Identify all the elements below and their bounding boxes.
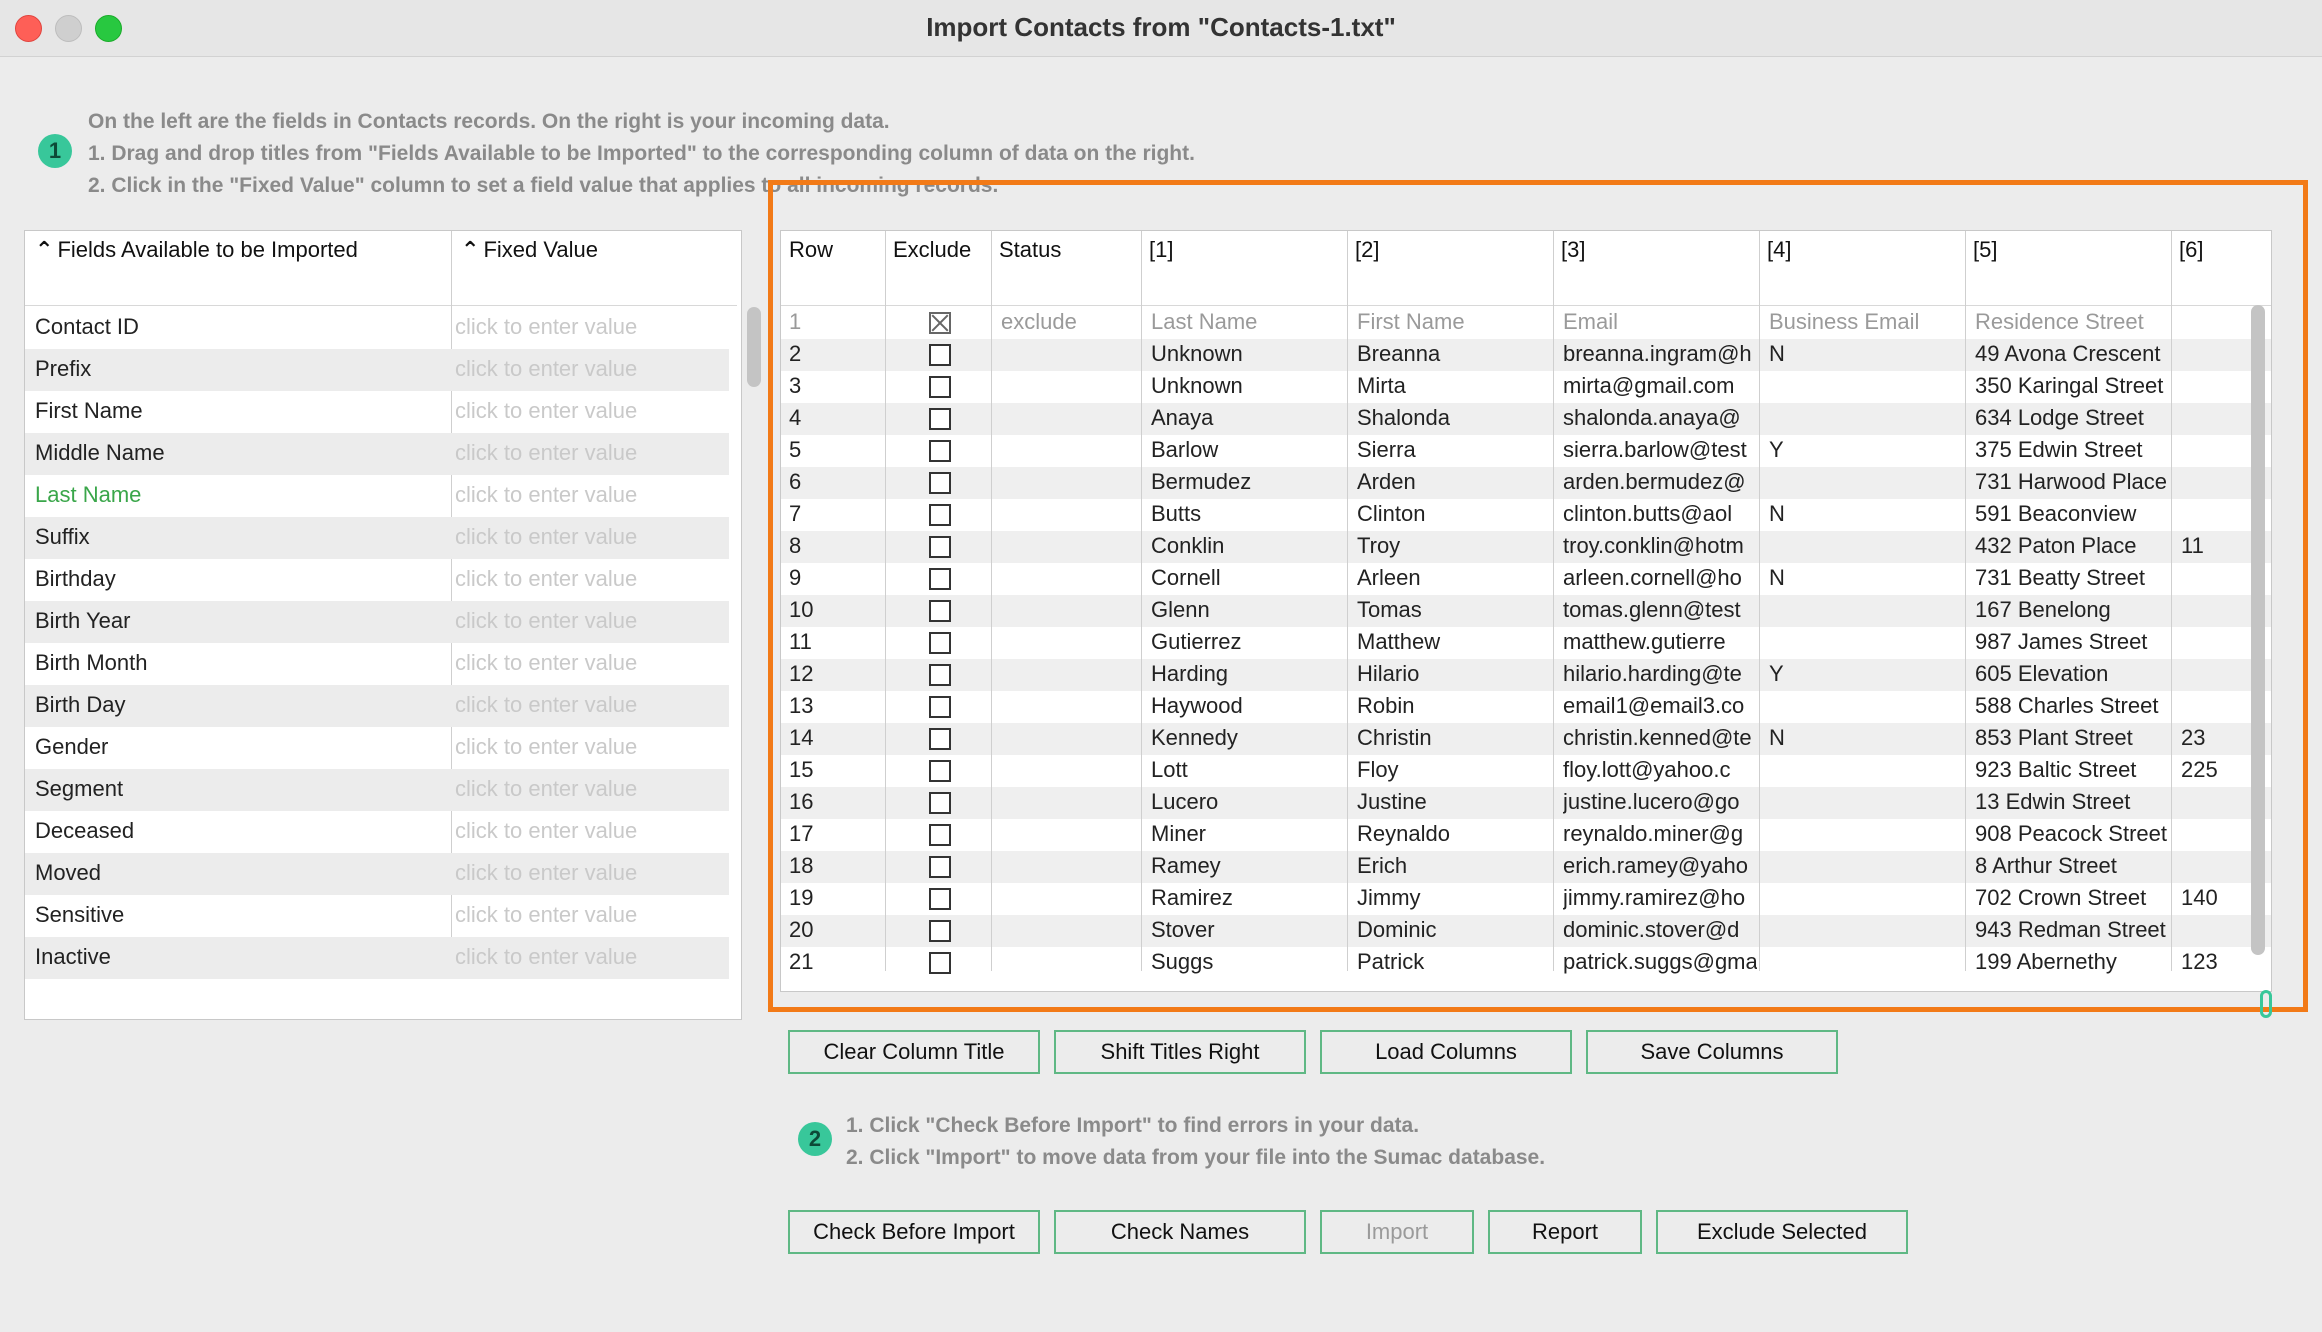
fields-table-scrollbar[interactable]	[747, 307, 761, 387]
field-row[interactable]: Middle Name click to enter value	[25, 433, 729, 475]
header-fixed-value[interactable]: ⌃ Fixed Value	[451, 231, 731, 305]
field-row[interactable]: Moved click to enter value	[25, 853, 729, 895]
field-row[interactable]: Birthday click to enter value	[25, 559, 729, 601]
check-before-import-button[interactable]: Check Before Import	[788, 1210, 1040, 1254]
field-name[interactable]: Suffix	[35, 524, 90, 550]
fields-available-table: ⌃ Fields Available to be Imported ⌃ Fixed …	[24, 230, 761, 1020]
fixed-value-input[interactable]: click to enter value	[455, 566, 637, 592]
instruction-line: 1. Click "Check Before Import" to find e…	[846, 1114, 1420, 1137]
field-name[interactable]: Birthday	[35, 566, 116, 592]
field-name[interactable]: Birth Year	[35, 608, 130, 634]
field-row[interactable]: Gender click to enter value	[25, 727, 729, 769]
field-name[interactable]: Inactive	[35, 944, 111, 970]
fixed-value-input[interactable]: click to enter value	[455, 944, 637, 970]
fixed-value-input[interactable]: click to enter value	[455, 818, 637, 844]
field-row[interactable]: First Name click to enter value	[25, 391, 729, 433]
field-row[interactable]: Birth Month click to enter value	[25, 643, 729, 685]
field-row[interactable]: Suffix click to enter value	[25, 517, 729, 559]
field-name[interactable]: Contact ID	[35, 314, 139, 340]
fields-table-header: ⌃ Fields Available to be Imported ⌃ Fixed …	[25, 231, 737, 306]
field-name[interactable]: Birth Day	[35, 692, 125, 718]
field-row[interactable]: Prefix click to enter value	[25, 349, 729, 391]
sort-up-icon: ⌃	[35, 237, 54, 262]
field-name[interactable]: Last Name	[35, 482, 141, 508]
clear-column-title-button[interactable]: Clear Column Title	[788, 1030, 1040, 1074]
highlight-box	[768, 180, 2308, 1012]
fixed-value-input[interactable]: click to enter value	[455, 650, 637, 676]
fixed-value-input[interactable]: click to enter value	[455, 398, 637, 424]
fixed-value-input[interactable]: click to enter value	[455, 608, 637, 634]
fixed-value-input[interactable]: click to enter value	[455, 314, 637, 340]
field-row[interactable]: Segment click to enter value	[25, 769, 729, 811]
title-bar: Import Contacts from "Contacts-1.txt"	[0, 0, 2322, 57]
field-name[interactable]: Birth Month	[35, 650, 148, 676]
instruction-line: On the left are the fields in Contacts r…	[88, 110, 890, 133]
fixed-value-input[interactable]: click to enter value	[455, 776, 637, 802]
load-columns-button[interactable]: Load Columns	[1320, 1030, 1572, 1074]
fixed-value-input[interactable]: click to enter value	[455, 902, 637, 928]
fixed-value-input[interactable]: click to enter value	[455, 692, 637, 718]
field-row[interactable]: Birth Day click to enter value	[25, 685, 729, 727]
fixed-value-input[interactable]: click to enter value	[455, 734, 637, 760]
field-row[interactable]: Last Name click to enter value	[25, 475, 729, 517]
fixed-value-input[interactable]: click to enter value	[455, 524, 637, 550]
instructions-step-2: 1. Click "Check Before Import" to find e…	[846, 1110, 1545, 1174]
field-row[interactable]: Sensitive click to enter value	[25, 895, 729, 937]
shift-titles-right-button[interactable]: Shift Titles Right	[1054, 1030, 1306, 1074]
field-name[interactable]: Moved	[35, 860, 101, 886]
field-name[interactable]: Segment	[35, 776, 123, 802]
report-button[interactable]: Report	[1488, 1210, 1642, 1254]
field-name[interactable]: Deceased	[35, 818, 134, 844]
field-name[interactable]: Middle Name	[35, 440, 165, 466]
field-row[interactable]: Birth Year click to enter value	[25, 601, 729, 643]
field-name[interactable]: Gender	[35, 734, 108, 760]
fixed-value-input[interactable]: click to enter value	[455, 860, 637, 886]
window-title: Import Contacts from "Contacts-1.txt"	[926, 12, 1396, 42]
instruction-line: 2. Click "Import" to move data from your…	[846, 1146, 1546, 1169]
sort-up-icon: ⌃	[461, 237, 480, 262]
field-row[interactable]: Deceased click to enter value	[25, 811, 729, 853]
step-1-badge: 1	[38, 134, 72, 168]
field-name[interactable]: Sensitive	[35, 902, 124, 928]
fixed-value-input[interactable]: click to enter value	[455, 440, 637, 466]
exclude-selected-button[interactable]: Exclude Selected	[1656, 1210, 1908, 1254]
check-names-button[interactable]: Check Names	[1054, 1210, 1306, 1254]
fixed-value-input[interactable]: click to enter value	[455, 356, 637, 382]
field-name[interactable]: First Name	[35, 398, 143, 424]
step-2-badge: 2	[798, 1122, 832, 1156]
field-row[interactable]: Contact ID click to enter value	[25, 307, 729, 349]
field-name[interactable]: Prefix	[35, 356, 91, 382]
header-fields-available[interactable]: ⌃ Fields Available to be Imported	[25, 231, 451, 305]
resize-grip-icon[interactable]	[2260, 990, 2272, 1018]
fixed-value-input[interactable]: click to enter value	[455, 482, 637, 508]
instruction-line: 1. Drag and drop titles from "Fields Ava…	[88, 142, 1195, 165]
save-columns-button[interactable]: Save Columns	[1586, 1030, 1838, 1074]
import-button[interactable]: Import	[1320, 1210, 1474, 1254]
field-row[interactable]: Inactive click to enter value	[25, 937, 729, 979]
